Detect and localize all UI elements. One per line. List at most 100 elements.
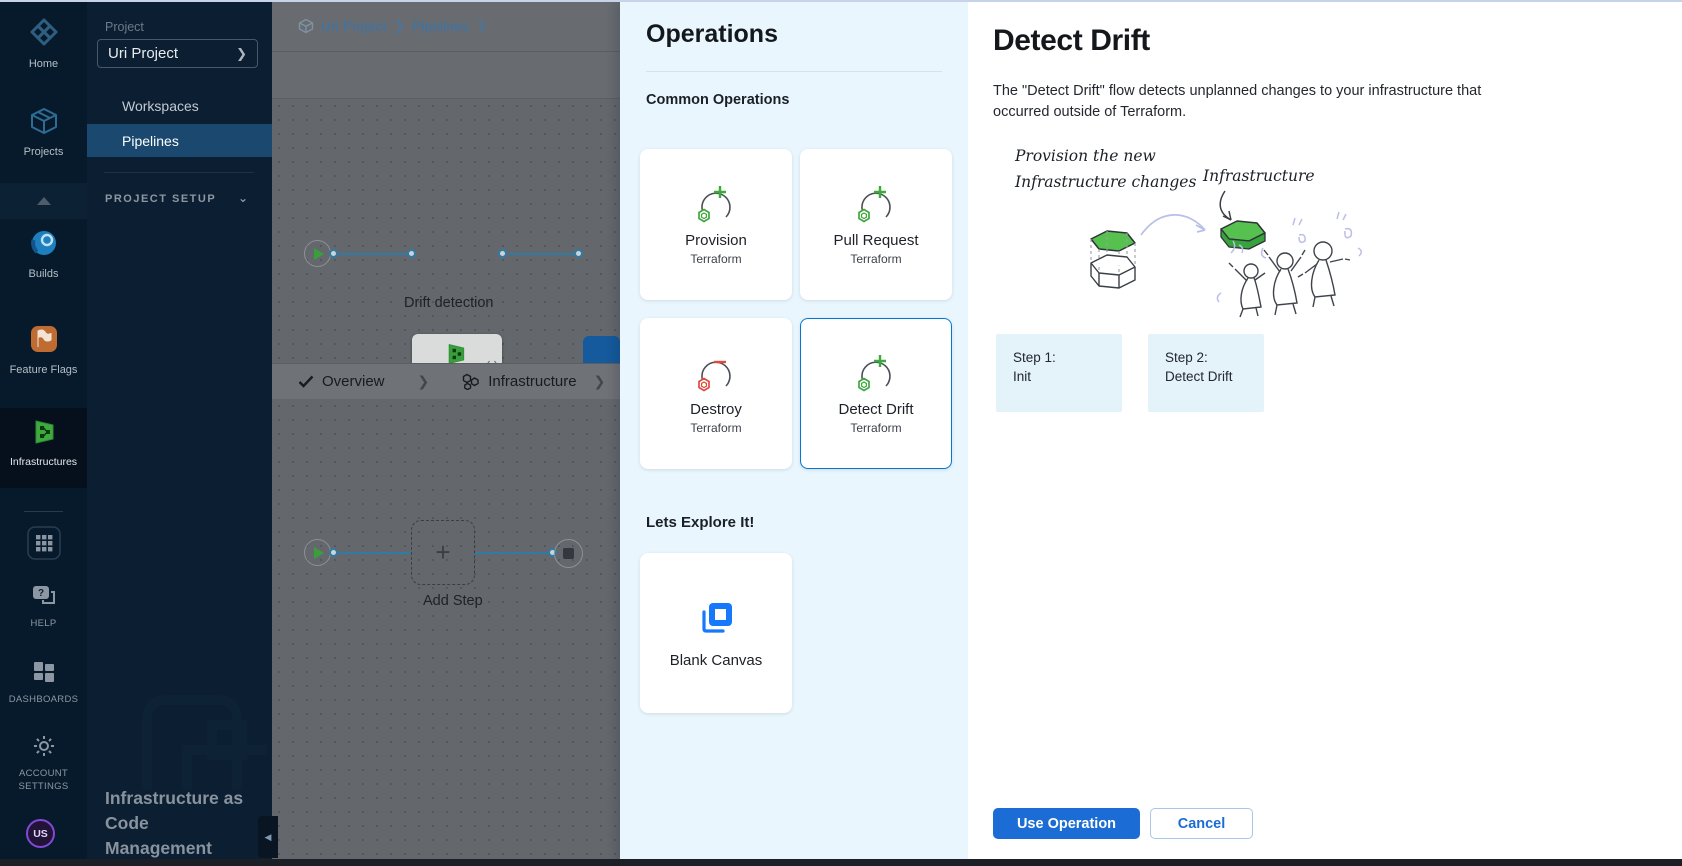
cube-icon (29, 106, 59, 136)
sidebar-item-dashboards[interactable]: DASHBOARDS (0, 660, 87, 705)
edge-dot (498, 249, 507, 258)
sidebar-item-account-settings[interactable]: ACCOUNT SETTINGS (0, 734, 87, 793)
operation-card-title: Pull Request (833, 232, 918, 249)
nav-rail: Home Projects Builds (0, 0, 87, 866)
pipeline-start-node[interactable] (304, 240, 331, 267)
breadcrumb-project-link[interactable]: Uri Project (321, 18, 386, 34)
step-number: Step 2: (1165, 348, 1264, 367)
breadcrumb-separator: ❯ (393, 17, 405, 34)
stage-canvas[interactable]: Drift detection (272, 99, 620, 363)
pipeline-studio: Uri Project ❯ Pipelines ❯ Drift pipeline (272, 0, 620, 866)
tab-label: Overview (322, 373, 385, 390)
user-avatar[interactable]: US (26, 819, 55, 848)
home-logo-icon (28, 16, 60, 48)
operation-card-subtitle: Terraform (690, 421, 741, 435)
edge-line (339, 253, 411, 255)
step-box-2: Step 2: Detect Drift (1148, 334, 1264, 412)
tab-label: Infrastructure (488, 373, 576, 390)
dashboards-icon (32, 660, 56, 684)
cancel-button[interactable]: Cancel (1150, 808, 1253, 839)
stage-node-label: Drift detection (404, 295, 493, 311)
operations-drawer: Operations Common Operations Provision T… (620, 0, 968, 866)
sidebar-item-projects[interactable]: Projects (0, 106, 87, 158)
edge-dot (329, 548, 338, 557)
sidebar-item-help[interactable]: ? HELP (0, 584, 87, 629)
chevron-right-icon: ❯ (236, 46, 247, 62)
background-pattern (127, 560, 267, 790)
divider (104, 172, 254, 173)
chevron-right-icon: ❯ (418, 373, 430, 390)
edge-dot (329, 249, 338, 258)
sidebar-item-label: ACCOUNT SETTINGS (0, 767, 87, 793)
operation-card-title: Provision (685, 232, 747, 249)
blank-canvas-icon (696, 598, 736, 638)
stop-icon (563, 548, 574, 559)
execution-canvas[interactable]: + Add Step (272, 399, 620, 859)
operation-card-provision[interactable]: Provision Terraform (640, 149, 792, 300)
gear-icon (32, 734, 56, 758)
operation-card-subtitle: Terraform (690, 252, 741, 266)
plus-icon: + (435, 537, 450, 568)
app-window: Home Projects Builds (0, 0, 1682, 866)
operation-card-title: Detect Drift (838, 401, 913, 418)
detail-title: Detect Drift (993, 24, 1150, 58)
svg-text:?: ? (37, 588, 43, 599)
operation-card-detect-drift[interactable]: Detect Drift Terraform (800, 318, 952, 469)
project-setup-toggle[interactable]: PROJECT SETUP ⌄ (105, 193, 216, 205)
operation-detail-panel: Detect Drift The "Detect Drift" flow det… (968, 0, 1682, 866)
operation-card-blank-canvas[interactable]: Blank Canvas (640, 553, 792, 713)
illustration-caption-right: Infrastructure (1202, 167, 1315, 185)
sidebar-item-label: Feature Flags (0, 364, 87, 376)
breadcrumb-pipelines-link[interactable]: Pipelines (412, 18, 469, 34)
project-cube-icon (298, 18, 314, 34)
sidebar-item-label: Home (0, 58, 87, 70)
chevron-down-icon: ⌄ (238, 191, 248, 205)
sidebar-item-label: Workspaces (122, 98, 199, 114)
execution-start-node[interactable] (304, 539, 331, 566)
project-selector[interactable]: Uri Project ❯ (97, 39, 258, 68)
explore-heading: Lets Explore It! (646, 514, 754, 531)
destroy-terraform-icon (693, 353, 739, 395)
hexagons-icon (462, 373, 480, 390)
sidebar-item-home[interactable]: Home (0, 16, 87, 70)
project-name: Uri Project (108, 45, 178, 62)
sidebar-item-label: DASHBOARDS (0, 694, 87, 705)
sidebar-collapse-button[interactable]: ◀ (258, 816, 278, 858)
operation-card-pull-request[interactable]: Pull Request Terraform (800, 149, 952, 300)
window-bottom-edge (0, 859, 1682, 866)
sidebar-item-label: Builds (0, 268, 87, 280)
chevron-left-icon: ◀ (265, 832, 272, 843)
use-operation-button[interactable]: Use Operation (993, 808, 1140, 839)
chevron-right-icon: ❯ (594, 373, 606, 390)
sidebar-item-builds[interactable]: Builds (0, 228, 87, 280)
project-sidebar: Project Uri Project ❯ Workspaces Pipelin… (87, 0, 272, 866)
operation-card-subtitle: Terraform (850, 421, 901, 435)
module-selector-button[interactable] (0, 526, 87, 565)
sidebar-item-feature-flags[interactable]: Feature Flags (0, 324, 87, 376)
add-step-label: Add Step (423, 593, 483, 609)
pull-request-terraform-icon (853, 184, 899, 226)
project-label: Project (105, 20, 144, 34)
stage-tabbar: Overview ❯ Infrastructure ❯ (272, 363, 620, 400)
tab-infrastructure[interactable]: Infrastructure (462, 373, 576, 390)
sidebar-item-infrastructures[interactable]: Infrastructures (0, 408, 87, 488)
help-chat-icon: ? (31, 584, 57, 608)
step-box-1: Step 1: Init (996, 334, 1122, 412)
sidebar-item-pipelines[interactable]: Pipelines (87, 124, 272, 157)
operation-card-destroy[interactable]: Destroy Terraform (640, 318, 792, 469)
rail-collapse-band[interactable] (0, 183, 87, 219)
project-setup-label: PROJECT SETUP (105, 193, 216, 205)
add-step-node[interactable]: + (411, 520, 475, 585)
window-top-edge (0, 0, 1682, 2)
infrastructures-icon (30, 418, 58, 446)
sidebar-item-workspaces[interactable]: Workspaces (87, 89, 272, 122)
play-icon (314, 547, 324, 559)
avatar-initials: US (33, 828, 48, 840)
divider (646, 71, 942, 72)
tab-overview[interactable]: Overview (298, 373, 385, 390)
sidebar-item-label: Infrastructures (0, 456, 87, 468)
breadcrumb-bar: Uri Project ❯ Pipelines ❯ (272, 0, 620, 52)
detail-description: The "Detect Drift" flow detects unplanne… (993, 81, 1533, 123)
feature-flags-icon (29, 324, 59, 354)
execution-end-node[interactable] (554, 539, 583, 568)
